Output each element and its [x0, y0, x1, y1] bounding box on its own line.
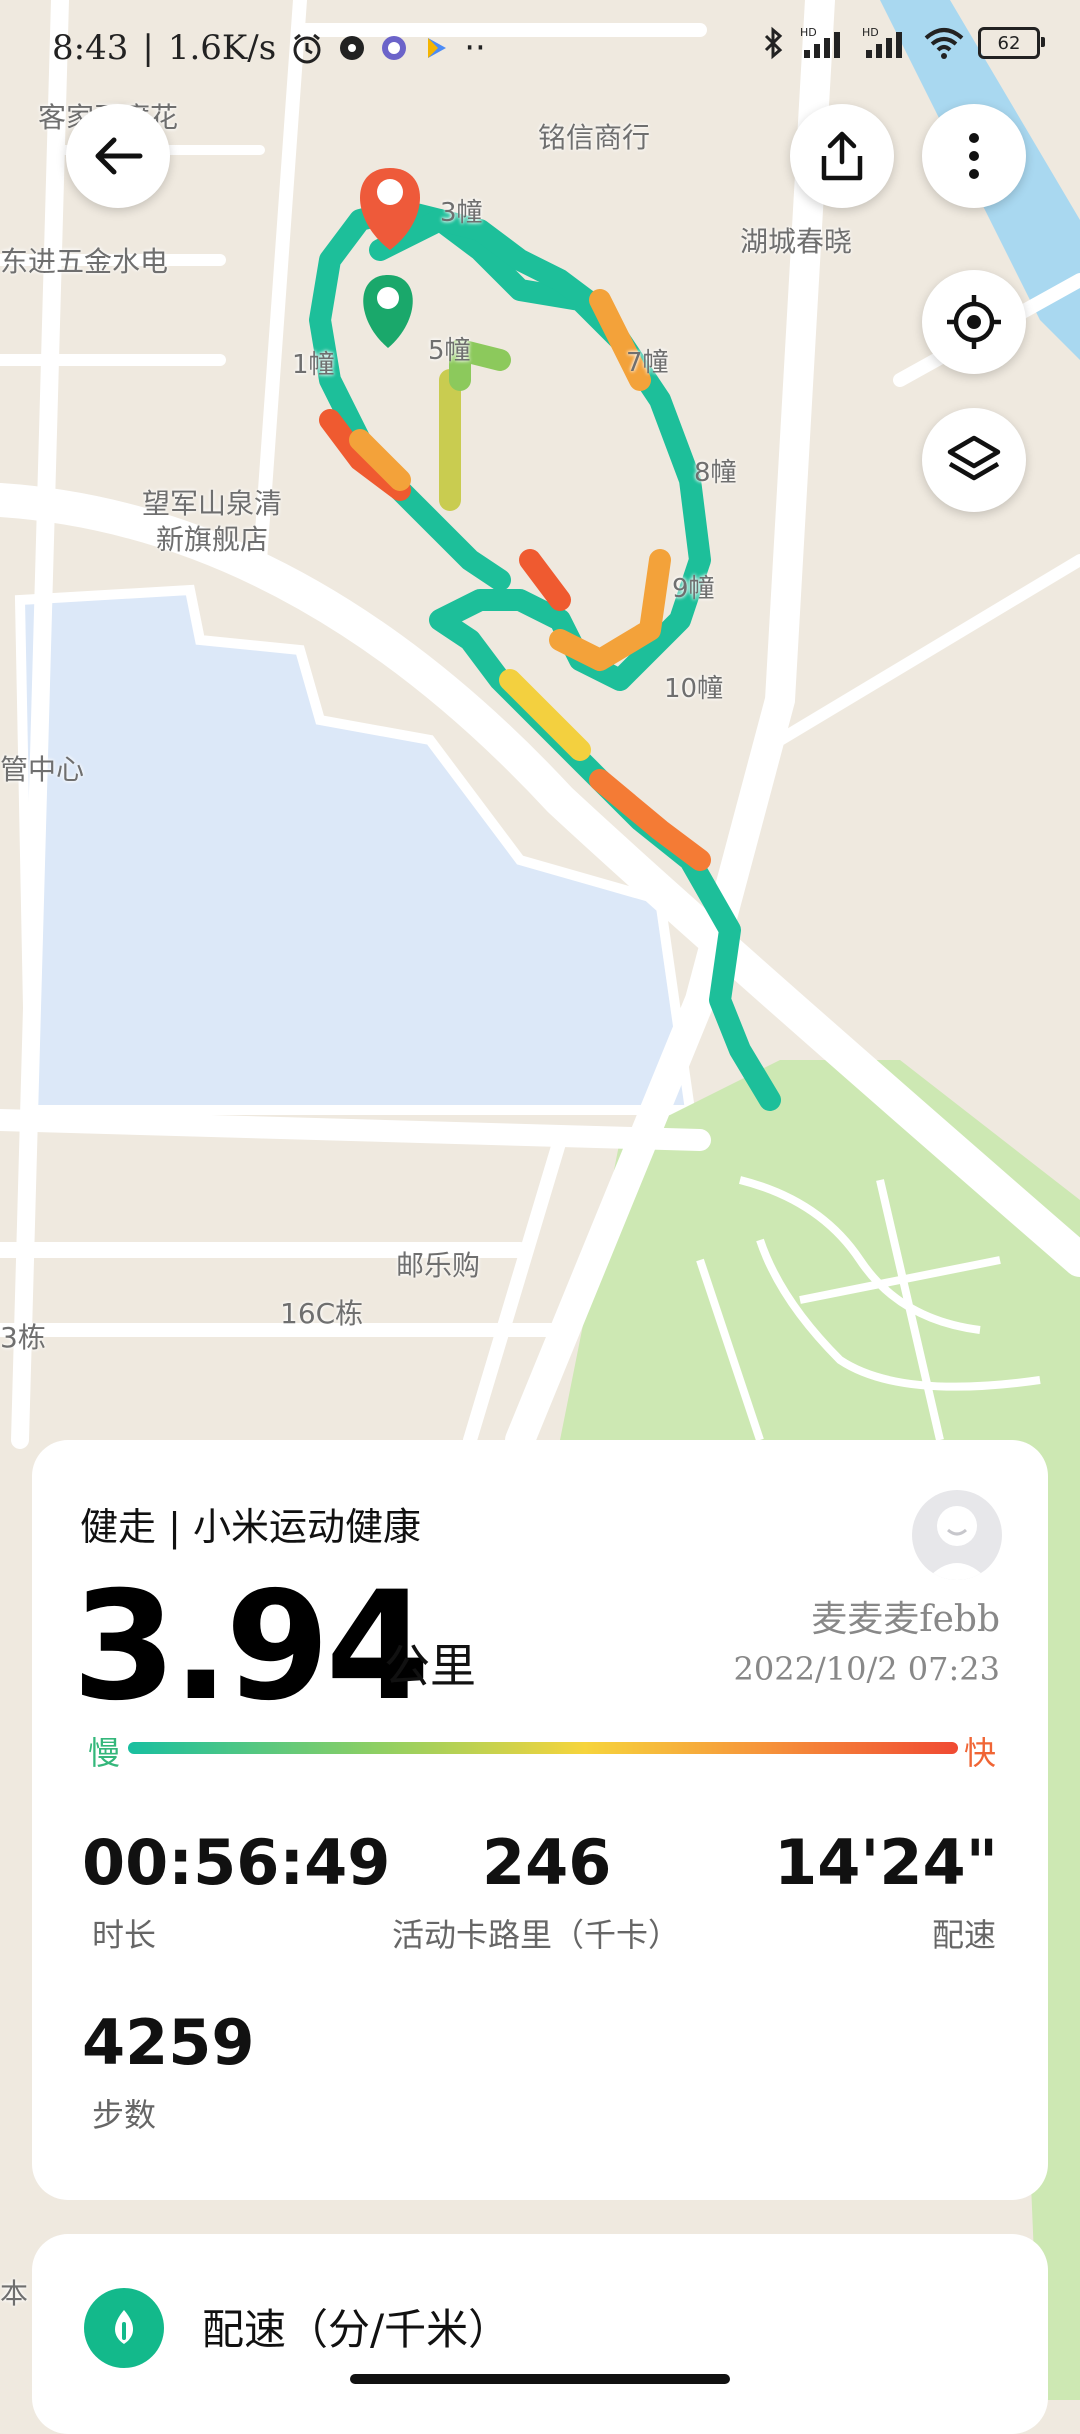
pace-legend-slow: 慢	[88, 1734, 121, 1772]
pace-icon	[84, 2288, 164, 2368]
pace-section-title: 配速（分/千米）	[202, 2305, 511, 2354]
app-notification-icon	[382, 36, 407, 60]
distance-unit: 公里	[384, 1639, 476, 1693]
user-avatar-icon	[926, 1506, 988, 1580]
more-notifications-icon: ··	[464, 28, 486, 68]
speed-drop-icon	[115, 2310, 133, 2344]
signal-hd-icon: HD	[800, 26, 840, 58]
layers-icon	[947, 435, 1001, 481]
pace-label: 配速	[931, 1916, 996, 1954]
svg-text:HD: HD	[800, 26, 817, 39]
distance-value: 3.94	[72, 1560, 430, 1734]
alarm-icon	[293, 33, 321, 64]
duration-label: 时长	[92, 1916, 157, 1954]
map-label: 1幢	[292, 350, 335, 380]
map-label: 望军山泉清	[142, 487, 283, 520]
more-options-button[interactable]	[922, 104, 1026, 208]
more-vertical-icon	[969, 133, 979, 179]
status-bar: 8:43 | 1.6K/s ·· HD HD 62	[0, 0, 1080, 100]
map-label: 3幢	[440, 198, 483, 228]
home-indicator[interactable]	[350, 2374, 730, 2384]
map-label: 新旗舰店	[156, 523, 269, 556]
back-button[interactable]	[66, 104, 170, 208]
signal-hd-icon: HD	[862, 26, 902, 58]
map-label: 9幢	[672, 574, 715, 604]
map-layers-button[interactable]	[922, 408, 1026, 512]
app-notification-icon	[340, 36, 365, 60]
map-label: 5幢	[428, 336, 471, 366]
duration-value: 00:56:49	[82, 1826, 391, 1899]
workout-title: 健走 | 小米运动健康	[80, 1505, 421, 1549]
map-label: 邮乐购	[396, 1249, 481, 1282]
calories-label: 活动卡路里（千卡）	[392, 1916, 681, 1954]
map-label: 7幢	[626, 348, 669, 378]
svg-text:HD: HD	[862, 26, 879, 39]
status-time: 8:43	[52, 28, 129, 68]
battery-icon: 62	[978, 27, 1045, 59]
workout-summary-card: 健走 | 小米运动健康 3.94 公里 麦麦麦febb 2022/10/2 07…	[32, 1440, 1048, 2200]
map-label: 16C栋	[280, 1297, 364, 1330]
map-label: 本	[0, 2277, 29, 2310]
share-button[interactable]	[790, 104, 894, 208]
map-label: 铭信商行	[538, 121, 651, 154]
network-speed: 1.6K/s	[167, 28, 277, 68]
play-store-icon	[428, 38, 447, 58]
calories-value: 246	[482, 1826, 612, 1899]
arrow-left-icon	[95, 137, 143, 175]
locate-button[interactable]	[922, 270, 1026, 374]
battery-level: 62	[997, 32, 1021, 54]
pace-section-card[interactable]: 配速（分/千米）	[32, 2234, 1048, 2434]
avatar[interactable]	[912, 1490, 1002, 1580]
map-label: 10幢	[664, 674, 724, 704]
crosshair-icon	[947, 295, 1001, 349]
wifi-icon	[924, 28, 964, 59]
map-label: 东进五金水电	[0, 245, 169, 278]
map-label: 3栋	[0, 1321, 46, 1354]
bluetooth-icon	[764, 26, 783, 60]
steps-value: 4259	[82, 2006, 255, 2079]
pace-gradient-bar	[128, 1742, 958, 1754]
map-label: 8幢	[694, 458, 737, 488]
steps-label: 步数	[92, 2096, 157, 2134]
map-label: 管中心	[0, 753, 85, 786]
share-icon	[821, 131, 863, 181]
pace-legend-fast: 快	[963, 1734, 996, 1772]
workout-datetime: 2022/10/2 07:23	[733, 1650, 1000, 1688]
map-label: 湖城春晓	[740, 225, 853, 258]
pace-value: 14'24"	[774, 1826, 998, 1899]
user-name: 麦麦麦febb	[811, 1599, 1000, 1640]
